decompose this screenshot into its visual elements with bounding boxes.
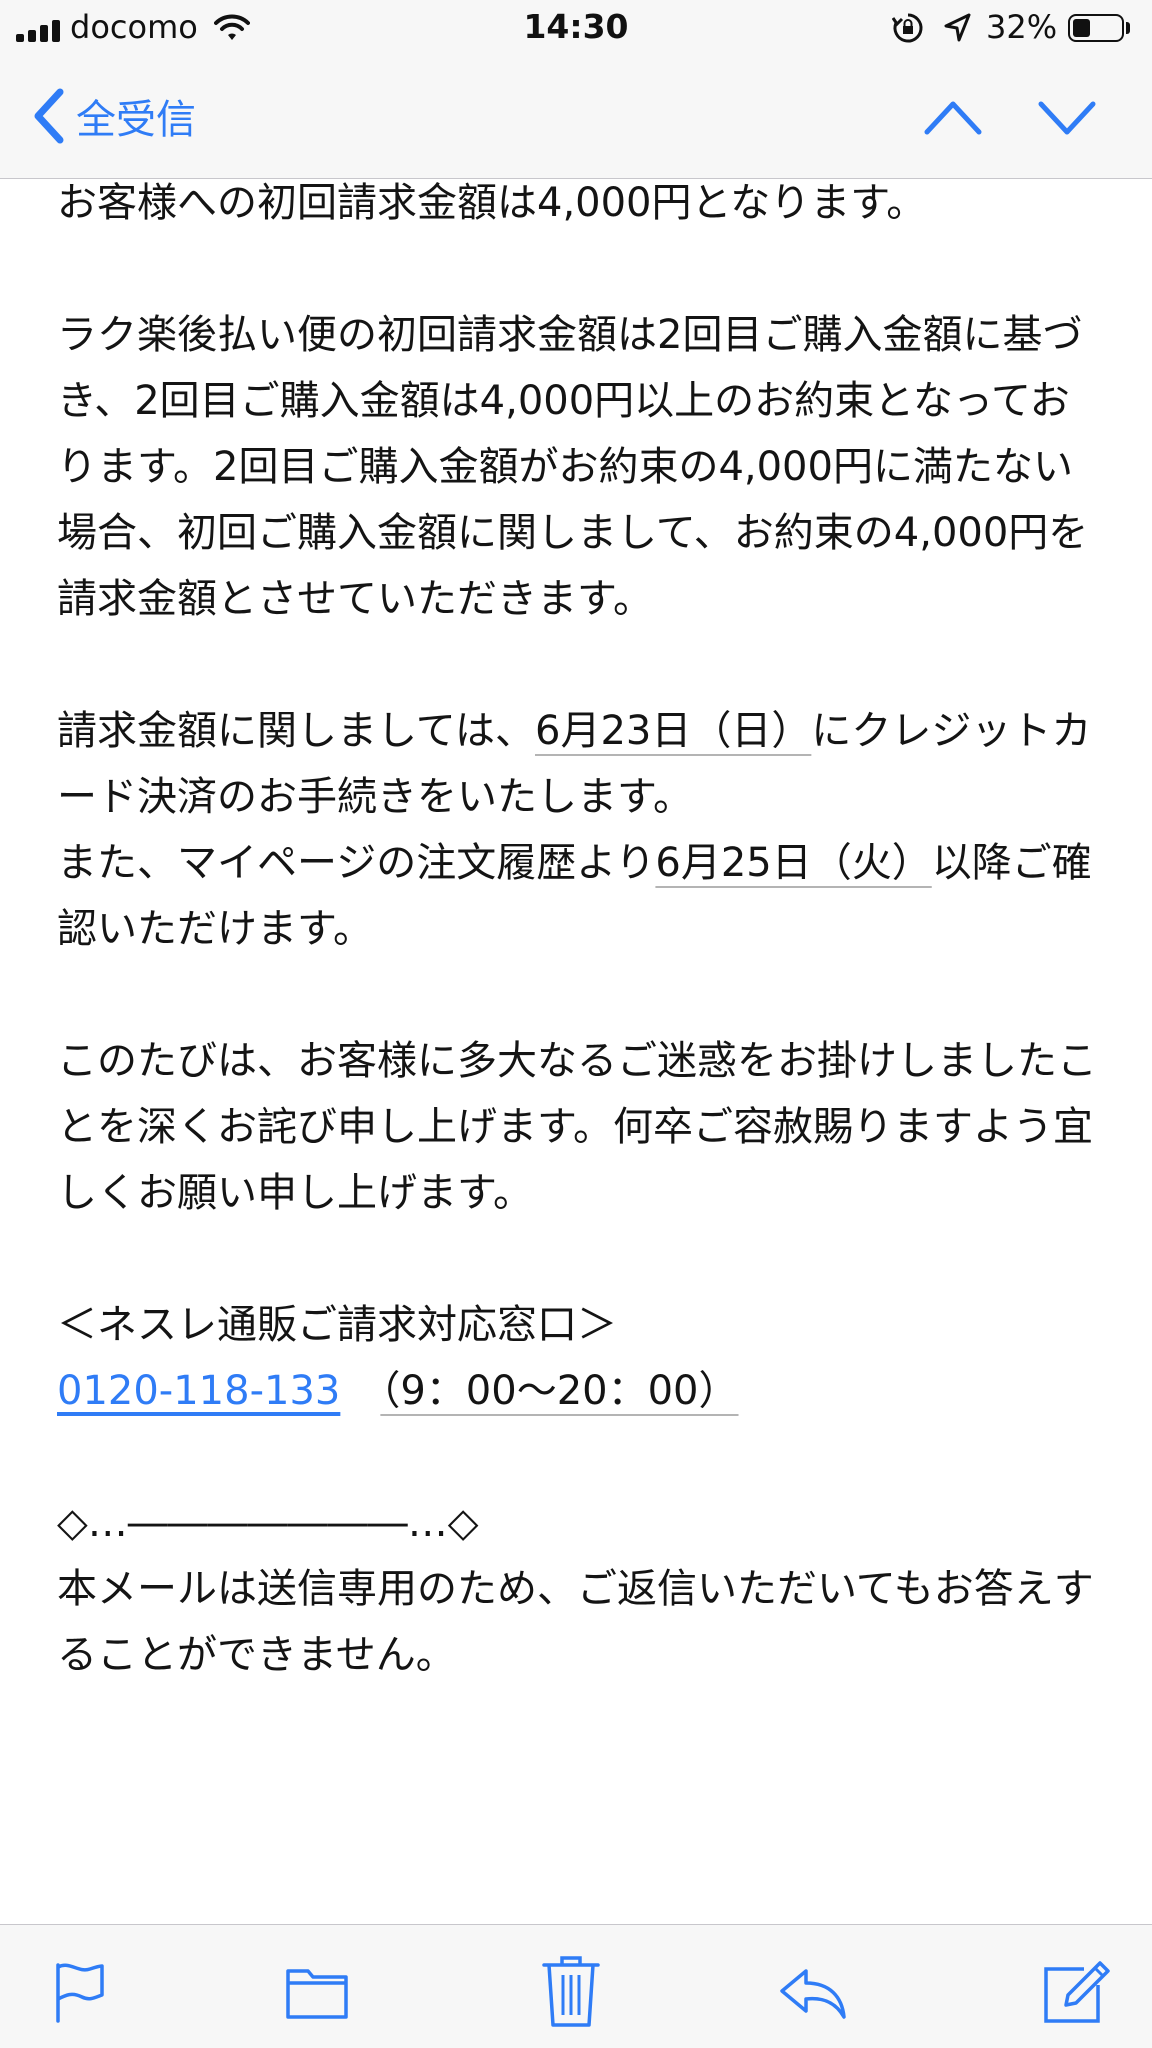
- nav-bar: 全受信: [0, 58, 1152, 179]
- body-text: また、マイページの注文履歴より: [57, 840, 656, 886]
- battery-level: [1073, 19, 1090, 37]
- body-paragraph-4: このたびは、お客様に多大なるご迷惑をお掛けしましたことを深くお詫び申し上げます。…: [57, 1038, 1097, 1216]
- status-bar: docomo 14:30 32%: [0, 0, 1152, 58]
- mail-screen: docomo 14:30 32% 全受信 お客様への初回請求金額は4,000円と…: [0, 0, 1152, 2048]
- footer-note: 本メールは送信専用のため、ご返信いただいてもお答えすることができません。: [57, 1566, 1094, 1678]
- compose-icon[interactable]: [1040, 1957, 1114, 2027]
- date-detected-link[interactable]: 6月23日（日）: [535, 708, 811, 754]
- back-label: 全受信: [76, 97, 196, 143]
- flag-icon[interactable]: [44, 1957, 114, 2027]
- battery-percent: 32%: [986, 8, 1058, 46]
- date-detected-link[interactable]: 6月25日（火）: [655, 840, 931, 886]
- battery-tip: [1126, 22, 1130, 34]
- previous-message-button[interactable]: [922, 92, 984, 142]
- next-message-button[interactable]: [1036, 92, 1098, 142]
- body-paragraph-2: ラク楽後払い便の初回請求金額は2回目ご購入金額に基づき、2回目ご購入金額は4,0…: [57, 312, 1089, 622]
- battery-icon: [1068, 14, 1124, 42]
- phone-link[interactable]: 0120-118-133: [57, 1368, 340, 1414]
- divider-text: ◇…―――――――…◇: [57, 1500, 479, 1546]
- business-hours[interactable]: （9：00～20：00）: [380, 1368, 738, 1414]
- body-paragraph-3: 請求金額に関しましては、6月23日（日）にクレジットカード決済のお手続きをいたし…: [57, 698, 1097, 962]
- chevron-left-icon: [34, 88, 64, 144]
- rotation-lock-icon: [892, 13, 923, 43]
- folder-icon[interactable]: [282, 1957, 352, 2027]
- message-body: お客様への初回請求金額は4,000円となります。 ラク楽後払い便の初回請求金額は…: [57, 170, 1097, 1754]
- bottom-toolbar: [0, 1924, 1152, 2048]
- status-time: 14:30: [523, 7, 629, 46]
- location-arrow-icon: [944, 13, 971, 42]
- back-button[interactable]: 全受信: [30, 84, 196, 148]
- contact-title: ＜ネスレ通販ご請求対応窓口＞: [57, 1302, 617, 1348]
- body-paragraph-1: お客様への初回請求金額は4,000円となります。: [57, 180, 927, 226]
- footer-block: ◇…―――――――…◇ 本メールは送信専用のため、ご返信いただいてもお答えすること…: [57, 1490, 1097, 1688]
- reply-icon[interactable]: [776, 1957, 850, 2027]
- body-text: 請求金額に関しましては、: [57, 708, 535, 754]
- contact-block: ＜ネスレ通販ご請求対応窓口＞ 0120-118-133 （9：00～20：00）: [57, 1292, 1097, 1424]
- trash-icon[interactable]: [536, 1951, 606, 2031]
